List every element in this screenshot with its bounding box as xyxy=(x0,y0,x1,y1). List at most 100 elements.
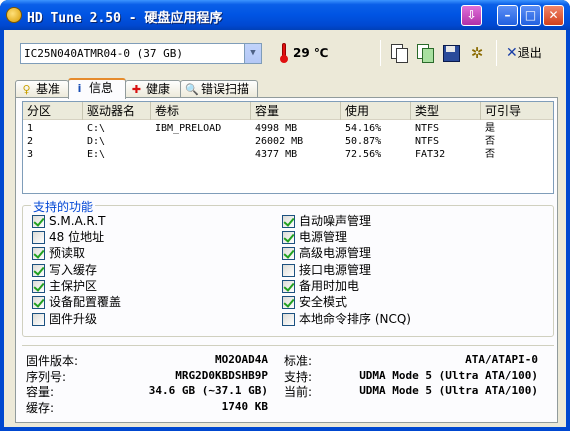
checkbox-box[interactable] xyxy=(282,215,295,228)
copy-all-icon[interactable] xyxy=(415,43,435,63)
checkbox-label: 自动噪声管理 xyxy=(299,214,372,228)
supported-value: UDMA Mode 5 (Ultra ATA/100) xyxy=(359,369,538,382)
table-cell: E:\ xyxy=(87,149,106,160)
table-cell: FAT32 xyxy=(415,149,446,160)
exit-icon: ✕ xyxy=(506,45,518,61)
benchmark-icon: ♀ xyxy=(22,83,31,96)
info-panel: 分区 驱动器名 卷标 容量 使用 类型 可引导 1 C:\ IBM_PRELOA… xyxy=(15,97,558,423)
tab-label: 健康 xyxy=(146,82,171,96)
buffer-value: 1740 KB xyxy=(221,400,268,413)
tab-label: 信息 xyxy=(89,81,114,95)
column-header[interactable]: 类型 xyxy=(411,102,481,120)
checkbox-label: 预读取 xyxy=(49,246,86,260)
serial-value: MRG2D0KBDSHB9P xyxy=(175,369,268,382)
checkbox-label: 备用时加电 xyxy=(299,279,360,293)
column-header[interactable]: 可引导 xyxy=(481,102,553,120)
app-window: HD Tune 2.50 - 硬盘应用程序 ⇩ – □ ✕ IC25N040AT… xyxy=(0,0,570,431)
drive-select-value: IC25N040ATMR04-0 (37 GB) xyxy=(24,47,183,60)
checkbox-box[interactable] xyxy=(32,296,45,309)
checkbox-box[interactable] xyxy=(32,231,45,244)
table-cell: IBM_PRELOAD xyxy=(155,123,222,134)
checkbox-box[interactable] xyxy=(282,296,295,309)
download-icon[interactable]: ⇩ xyxy=(461,5,482,26)
checkbox-box[interactable] xyxy=(32,313,45,326)
current-label: 当前: xyxy=(284,385,313,399)
checkbox-label: S.M.A.R.T xyxy=(49,214,106,228)
table-cell: C:\ xyxy=(87,123,106,134)
copy-icon[interactable] xyxy=(389,43,409,63)
firmware-label: 固件版本: xyxy=(26,354,79,368)
table-cell: 72.56% xyxy=(345,149,382,160)
search-icon: 🔍 xyxy=(185,83,199,96)
drive-info-section: 固件版本: MO2OAD4A 序列号: MRG2D0KBDSHB9P 容量: 3… xyxy=(22,345,554,421)
current-value: UDMA Mode 5 (Ultra ATA/100) xyxy=(359,384,538,397)
table-cell: 4998 MB xyxy=(255,123,298,134)
checkbox-label: 固件升级 xyxy=(49,312,98,326)
column-header[interactable]: 使用 xyxy=(341,102,411,120)
tab-label: 基准 xyxy=(36,82,61,96)
table-cell: NTFS xyxy=(415,123,440,134)
tab-error-scan[interactable]: 🔍 错误扫描 xyxy=(180,80,258,98)
table-cell: D:\ xyxy=(87,136,106,147)
table-row[interactable]: 3 E:\ 4377 MB 72.56% FAT32 否 xyxy=(23,148,553,161)
chevron-down-icon[interactable]: ▼ xyxy=(244,44,261,63)
column-header[interactable]: 卷标 xyxy=(151,102,251,120)
standard-label: 标准: xyxy=(284,354,313,368)
column-header[interactable]: 分区 xyxy=(23,102,83,120)
tab-info[interactable]: i 信息 xyxy=(68,78,126,99)
firmware-value: MO2OAD4A xyxy=(215,353,268,366)
checkbox-label: 接口电源管理 xyxy=(299,263,372,277)
table-cell: 54.16% xyxy=(345,123,382,134)
window-border-bottom xyxy=(0,427,570,431)
checkbox-label: 48 位地址 xyxy=(49,230,105,244)
table-cell: NTFS xyxy=(415,136,440,147)
checkbox-label: 高级电源管理 xyxy=(299,246,372,260)
app-icon xyxy=(6,7,22,23)
features-title: 支持的功能 xyxy=(31,198,96,215)
features-group: 支持的功能 S.M.A.R.T 48 位地址 预读取 写入缓存 主保护区 设备配… xyxy=(22,198,554,337)
title-bar[interactable]: HD Tune 2.50 - 硬盘应用程序 ⇩ – □ ✕ xyxy=(0,0,570,30)
close-button[interactable]: ✕ xyxy=(543,5,564,26)
table-cell: 26002 MB xyxy=(255,136,304,147)
checkbox-box[interactable] xyxy=(282,247,295,260)
checkbox-box[interactable] xyxy=(282,264,295,277)
minimize-button[interactable]: – xyxy=(497,5,518,26)
tab-benchmark[interactable]: ♀ 基准 xyxy=(15,80,69,98)
checkbox-box[interactable] xyxy=(32,247,45,260)
window-border-right xyxy=(566,30,570,431)
checkbox-box[interactable] xyxy=(282,231,295,244)
checkbox-box[interactable] xyxy=(32,215,45,228)
drive-select[interactable]: IC25N040ATMR04-0 (37 GB) ▼ xyxy=(20,43,262,64)
checkbox-box[interactable] xyxy=(32,264,45,277)
save-icon[interactable] xyxy=(441,43,461,63)
temperature-value: 29 xyxy=(293,46,310,60)
table-row[interactable]: 2 D:\ 26002 MB 50.87% NTFS 否 xyxy=(23,135,553,148)
exit-button[interactable]: ✕退出 xyxy=(506,43,542,63)
temperature-unit: ℃ xyxy=(313,46,329,60)
checkbox-label: 主保护区 xyxy=(49,279,98,293)
checkbox-box[interactable] xyxy=(282,280,295,293)
column-header[interactable]: 容量 xyxy=(251,102,341,120)
table-cell: 1 xyxy=(27,123,34,134)
tab-health[interactable]: ✚ 健康 xyxy=(125,80,181,98)
thermometer-icon xyxy=(280,43,288,63)
checkbox-label: 安全模式 xyxy=(299,295,348,309)
info-icon: i xyxy=(77,82,82,95)
checkbox-box[interactable] xyxy=(282,313,295,326)
standard-value: ATA/ATAPI-0 xyxy=(465,353,538,366)
table-cell: 2 xyxy=(27,136,34,147)
table-cell: 否 xyxy=(485,136,495,147)
checkbox-label: 设备配置覆盖 xyxy=(49,295,122,309)
checkbox-box[interactable] xyxy=(32,280,45,293)
partition-table[interactable]: 分区 驱动器名 卷标 容量 使用 类型 可引导 1 C:\ IBM_PRELOA… xyxy=(22,101,554,194)
capacity-label: 容量: xyxy=(26,385,55,399)
capacity-value: 34.6 GB (~37.1 GB) xyxy=(148,384,268,397)
table-row[interactable]: 1 C:\ IBM_PRELOAD 4998 MB 54.16% NTFS 是 xyxy=(23,122,553,135)
table-cell: 4377 MB xyxy=(255,149,298,160)
checkbox-label: 电源管理 xyxy=(299,230,348,244)
temperature-readout: 29 ℃ xyxy=(293,46,328,60)
maximize-button[interactable]: □ xyxy=(520,5,541,26)
column-header[interactable]: 驱动器名 xyxy=(83,102,151,120)
options-icon[interactable]: ✲ xyxy=(467,43,487,63)
client-area: IC25N040ATMR04-0 (37 GB) ▼ 29 ℃ ✲ ✕退出 ♀ … xyxy=(4,30,566,427)
